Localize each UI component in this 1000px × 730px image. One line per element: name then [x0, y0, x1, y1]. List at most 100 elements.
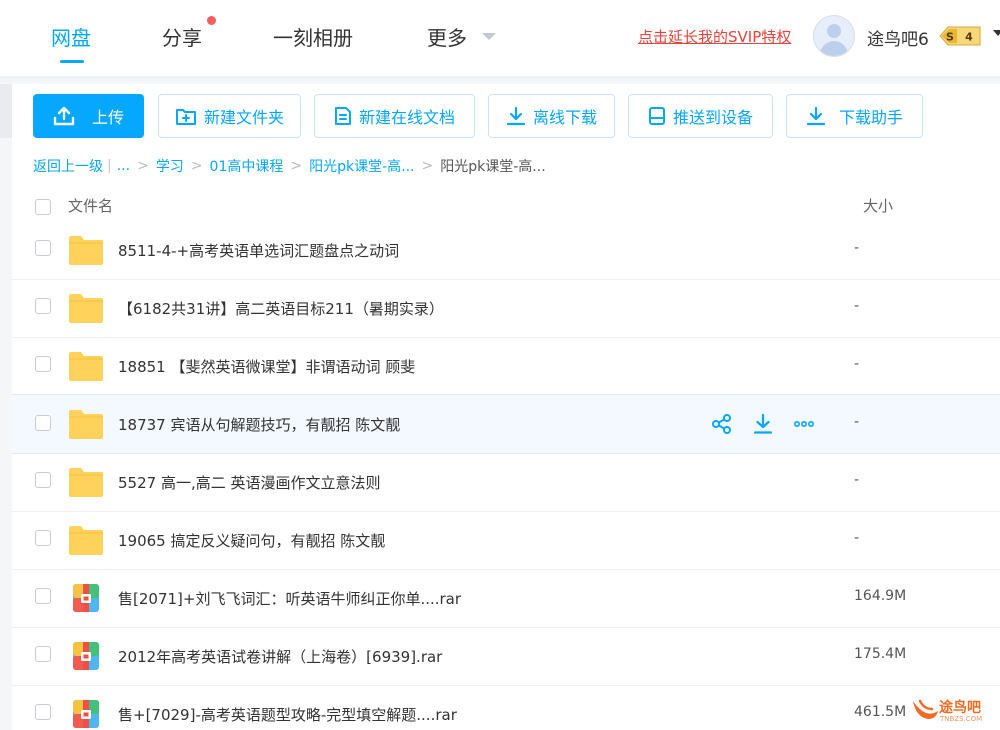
row-checkbox[interactable]	[35, 240, 51, 256]
column-header-name[interactable]: 文件名	[68, 195, 113, 216]
breadcrumb: 返回上一级 | ... > 学习 > 01高中课程 > 阳光pk课堂-高... …	[33, 156, 546, 176]
table-row[interactable]: 售[2071]+刘飞飞词汇：听英语牛师纠正你单....rar 164.9M	[12, 570, 1000, 628]
select-all-checkbox[interactable]	[35, 199, 51, 215]
file-size: -	[854, 298, 860, 314]
download-helper-button-label: 下载助手	[838, 108, 903, 127]
header-divider	[0, 76, 1000, 84]
table-row[interactable]: 售+[7029]-高考英语题型攻略-完型填空解题....rar 461.5M	[12, 686, 1000, 730]
row-checkbox[interactable]	[35, 356, 51, 372]
file-size: 175.4M	[854, 646, 907, 662]
row-actions	[710, 412, 815, 435]
file-name[interactable]: 2012年高考英语试卷讲解（上海卷）[6939].rar	[118, 646, 442, 667]
new-online-doc-button[interactable]: 新建在线文档	[314, 94, 475, 138]
folder-icon	[69, 526, 103, 555]
file-name[interactable]: 18851 【斐然英语微课堂】非谓语动词 顾斐	[118, 356, 415, 377]
share-icon[interactable]	[710, 412, 733, 435]
file-name[interactable]: 售+[7029]-高考英语题型攻略-完型填空解题....rar	[118, 704, 457, 725]
file-size: -	[854, 414, 860, 430]
table-row[interactable]: 18737 宾语从句解题技巧，有靓招 陈文靓 -	[12, 394, 1000, 454]
table-row[interactable]: 19065 搞定反义疑问句，有靓招 陈文靓 -	[12, 512, 1000, 570]
back-link[interactable]: 返回上一级	[33, 156, 103, 176]
upload-button[interactable]: 上传	[33, 94, 144, 138]
upload-button-label: 上传	[91, 108, 124, 127]
new-folder-button-label: 新建文件夹	[203, 108, 284, 127]
folder-icon	[69, 294, 103, 323]
file-name[interactable]: 8511-4-+高考英语单选词汇题盘点之动词	[118, 240, 399, 261]
active-tab-indicator	[60, 60, 84, 63]
file-size: 164.9M	[854, 588, 907, 604]
file-size: -	[854, 356, 860, 372]
tab-netdisk[interactable]: 网盘	[51, 22, 91, 51]
more-icon[interactable]	[792, 412, 815, 435]
file-list: 8511-4-+高考英语单选词汇题盘点之动词 - 【6182共31讲】高二英语目…	[12, 222, 1000, 730]
row-checkbox[interactable]	[35, 415, 51, 431]
rar-archive-icon	[73, 642, 99, 670]
file-size: -	[854, 530, 860, 546]
row-checkbox[interactable]	[35, 588, 51, 604]
breadcrumb-ellipsis[interactable]: ...	[117, 158, 130, 174]
row-checkbox[interactable]	[35, 472, 51, 488]
new-online-doc-button-label: 新建在线文档	[358, 108, 455, 127]
svip-renew-link[interactable]: 点击延长我的SVIP特权	[638, 26, 791, 47]
watermark-subtext: TNBZS.COM	[940, 715, 983, 723]
table-row[interactable]: 【6182共31讲】高二英语目标211（暑期实录） -	[12, 280, 1000, 338]
breadcrumb-item[interactable]: 阳光pk课堂-高...	[309, 156, 414, 176]
svg-text:4: 4	[965, 31, 973, 44]
file-list-header: 文件名 大小	[12, 186, 1000, 226]
file-name[interactable]: 5527 高一,高二 英语漫画作文立意法则	[118, 472, 380, 493]
watermark-text: 途鸟吧	[939, 700, 981, 716]
offline-download-icon	[506, 106, 526, 126]
folder-icon	[69, 410, 103, 439]
breadcrumb-separator: >	[290, 158, 303, 174]
device-icon	[648, 107, 665, 125]
new-folder-icon	[175, 109, 196, 125]
top-navigation: 网盘 分享 一刻相册 更多 点击延长我的SVIP特权 途鸟吧6 S 4	[0, 0, 1000, 76]
table-row[interactable]: 8511-4-+高考英语单选词汇题盘点之动词 -	[12, 222, 1000, 280]
folder-icon	[69, 468, 103, 497]
offline-download-button[interactable]: 离线下载	[488, 94, 615, 138]
download-icon[interactable]	[751, 412, 774, 435]
new-folder-button[interactable]: 新建文件夹	[158, 94, 301, 138]
breadcrumb-item[interactable]: 学习	[156, 156, 184, 176]
file-name[interactable]: 19065 搞定反义疑问句，有靓招 陈文靓	[118, 530, 385, 551]
file-name[interactable]: 18737 宾语从句解题技巧，有靓招 陈文靓	[118, 414, 400, 435]
breadcrumb-divider: |	[107, 158, 112, 174]
sidebar-edge	[0, 84, 12, 730]
table-row[interactable]: 18851 【斐然英语微课堂】非谓语动词 顾斐 -	[12, 338, 1000, 396]
upload-icon	[53, 106, 75, 126]
user-menu-chevron-icon[interactable]	[993, 30, 1000, 36]
row-checkbox[interactable]	[35, 530, 51, 546]
offline-download-button-label: 离线下载	[532, 108, 597, 127]
folder-icon	[69, 352, 103, 381]
breadcrumb-item[interactable]: 01高中课程	[210, 156, 284, 176]
chevron-down-icon[interactable]	[482, 33, 496, 40]
file-size: -	[854, 472, 860, 488]
row-checkbox[interactable]	[35, 646, 51, 662]
row-checkbox[interactable]	[35, 298, 51, 314]
username[interactable]: 途鸟吧6	[867, 25, 929, 50]
file-name[interactable]: 【6182共31讲】高二英语目标211（暑期实录）	[118, 298, 444, 319]
download-helper-icon	[806, 106, 826, 126]
breadcrumb-separator: >	[137, 158, 149, 174]
file-size: 461.5M	[854, 704, 907, 720]
tab-more[interactable]: 更多	[427, 22, 467, 51]
row-checkbox[interactable]	[35, 704, 51, 720]
table-row[interactable]: 2012年高考英语试卷讲解（上海卷）[6939].rar 175.4M	[12, 628, 1000, 686]
column-header-size[interactable]: 大小	[863, 195, 893, 216]
push-to-device-button-label: 推送到设备	[672, 108, 753, 127]
file-size: -	[854, 240, 860, 256]
breadcrumb-current: 阳光pk课堂-高...	[440, 159, 546, 175]
svip-level-badge: S 4	[939, 26, 981, 46]
tab-album[interactable]: 一刻相册	[273, 22, 353, 51]
site-watermark-logo: 途鸟吧 TNBZS.COM	[910, 694, 996, 726]
table-row[interactable]: 5527 高一,高二 英语漫画作文立意法则 -	[12, 454, 1000, 512]
file-name[interactable]: 售[2071]+刘飞飞词汇：听英语牛师纠正你单....rar	[118, 588, 461, 609]
folder-icon	[69, 236, 103, 265]
push-to-device-button[interactable]: 推送到设备	[628, 94, 773, 138]
avatar[interactable]	[813, 15, 855, 57]
svg-text:S: S	[946, 31, 954, 44]
download-helper-button[interactable]: 下载助手	[786, 94, 923, 138]
rar-archive-icon	[73, 584, 99, 612]
online-doc-icon	[334, 107, 351, 125]
tab-share[interactable]: 分享	[162, 22, 202, 51]
